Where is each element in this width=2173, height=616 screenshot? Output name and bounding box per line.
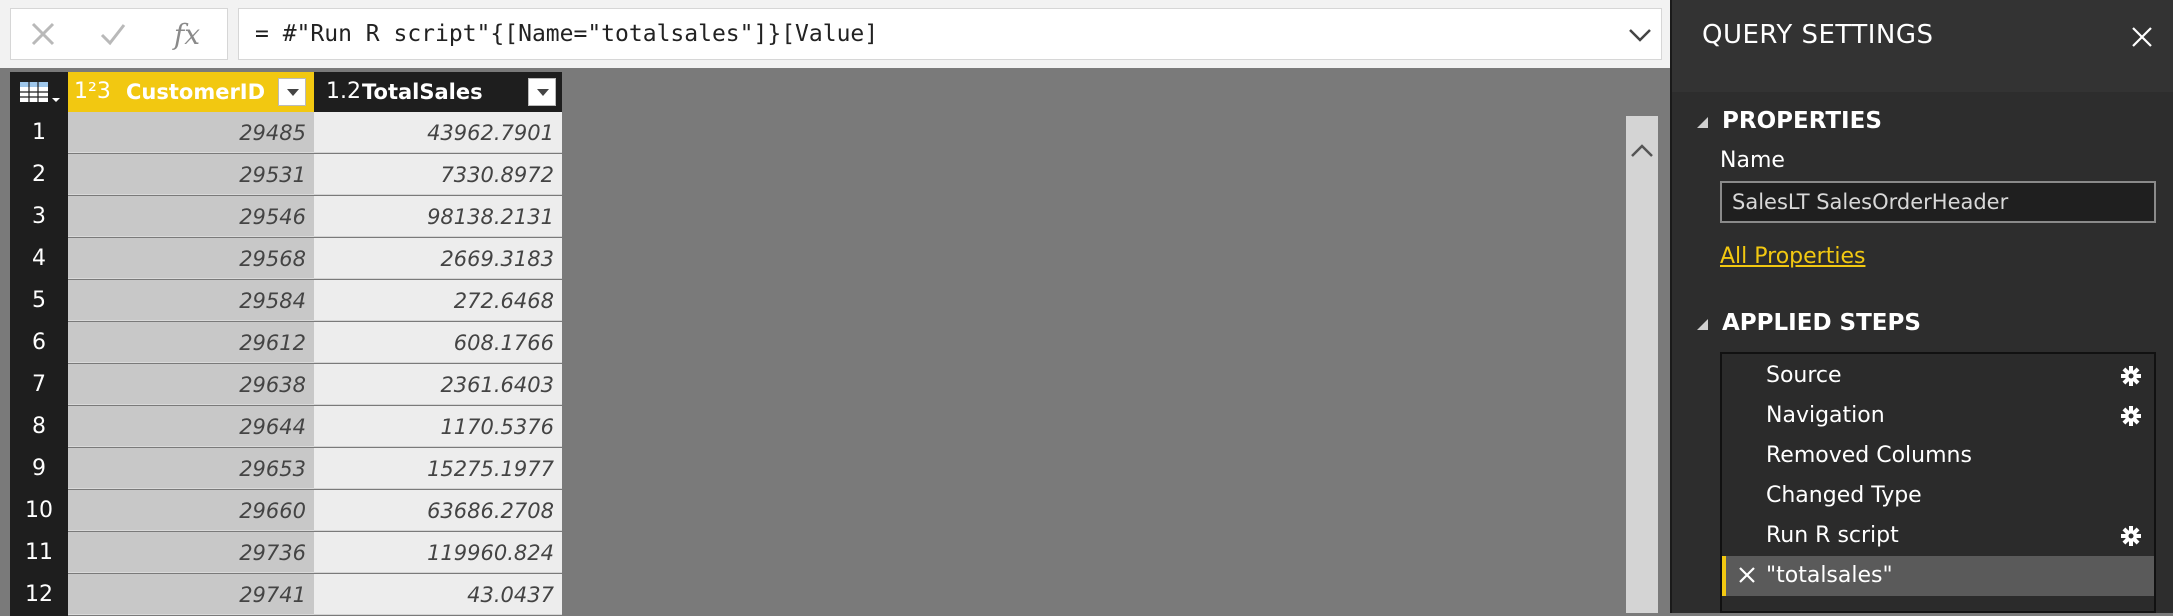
table-row[interactable]: 10 29660 63686.2708 xyxy=(10,490,562,532)
applied-step[interactable]: Navigation xyxy=(1722,396,2154,436)
step-label: Source xyxy=(1766,363,1842,388)
applied-step[interactable]: Removed Columns xyxy=(1722,436,2154,476)
cell-totalsales[interactable]: 98138.2131 xyxy=(314,196,562,237)
formula-text[interactable]: = #"Run R script"{[Name="totalsales"]}[V… xyxy=(255,9,878,59)
row-number[interactable]: 1 xyxy=(10,112,68,154)
close-icon[interactable] xyxy=(23,19,63,51)
panel-title: QUERY SETTINGS xyxy=(1702,20,1934,50)
column-header-label: TotalSales xyxy=(362,80,483,104)
close-icon[interactable] xyxy=(2127,22,2157,52)
formula-buttons: fx xyxy=(10,8,228,60)
table-row[interactable]: 3 29546 98138.2131 xyxy=(10,196,562,238)
cell-customerid[interactable]: 29612 xyxy=(68,322,314,363)
table-row[interactable]: 9 29653 15275.1977 xyxy=(10,448,562,490)
panel-header: QUERY SETTINGS xyxy=(1672,0,2173,92)
row-number[interactable]: 9 xyxy=(10,448,68,490)
formula-bar: fx = #"Run R script"{[Name="totalsales"]… xyxy=(0,0,1670,68)
fx-label[interactable]: fx xyxy=(167,19,207,51)
all-properties-link[interactable]: All Properties xyxy=(1720,244,1865,269)
table-row[interactable]: 4 29568 2669.3183 xyxy=(10,238,562,280)
row-number[interactable]: 6 xyxy=(10,322,68,364)
cell-customerid[interactable]: 29568 xyxy=(68,238,314,279)
cell-customerid[interactable]: 29485 xyxy=(68,112,314,153)
delete-step-icon[interactable] xyxy=(1736,564,1758,586)
cell-totalsales[interactable]: 43.0437 xyxy=(314,574,562,615)
grid-header: 1²3 CustomerID 1.2 TotalSales xyxy=(10,72,562,112)
section-title: APPLIED STEPS xyxy=(1722,310,1921,336)
cell-customerid[interactable]: 29546 xyxy=(68,196,314,237)
type-icon: 1²3 xyxy=(74,79,111,104)
collapse-triangle-icon xyxy=(1697,116,1708,128)
properties-section-header[interactable]: PROPERTIES xyxy=(1694,108,1882,134)
table-row[interactable]: 12 29741 43.0437 xyxy=(10,574,562,616)
step-label: Run R script xyxy=(1766,523,1899,548)
name-label: Name xyxy=(1720,148,1785,173)
cell-customerid[interactable]: 29660 xyxy=(68,490,314,531)
cell-totalsales[interactable]: 7330.8972 xyxy=(314,154,562,195)
column-header-totalsales[interactable]: 1.2 TotalSales xyxy=(314,72,562,112)
vertical-scrollbar[interactable] xyxy=(1626,116,1658,613)
table-row[interactable]: 7 29638 2361.6403 xyxy=(10,364,562,406)
check-icon[interactable] xyxy=(93,19,133,51)
applied-steps-section-header[interactable]: APPLIED STEPS xyxy=(1694,310,1921,336)
cell-customerid[interactable]: 29644 xyxy=(68,406,314,447)
cell-totalsales[interactable]: 608.1766 xyxy=(314,322,562,363)
table-icon[interactable] xyxy=(10,72,68,112)
filter-dropdown-button[interactable] xyxy=(528,78,556,106)
gear-icon[interactable] xyxy=(2120,405,2142,427)
cell-totalsales[interactable]: 15275.1977 xyxy=(314,448,562,489)
applied-step[interactable]: Changed Type xyxy=(1722,476,2154,516)
row-number[interactable]: 3 xyxy=(10,196,68,238)
cell-customerid[interactable]: 29741 xyxy=(68,574,314,615)
table-row[interactable]: 2 29531 7330.8972 xyxy=(10,154,562,196)
cell-customerid[interactable]: 29584 xyxy=(68,280,314,321)
cell-totalsales[interactable]: 2361.6403 xyxy=(314,364,562,405)
table-row[interactable]: 6 29612 608.1766 xyxy=(10,322,562,364)
cell-customerid[interactable]: 29653 xyxy=(68,448,314,489)
step-label: "totalsales" xyxy=(1766,563,1893,588)
table-row[interactable]: 1 29485 43962.7901 xyxy=(10,112,562,154)
applied-step[interactable]: Run R script xyxy=(1722,516,2154,556)
applied-steps-list: Source Navigation Removed Columns Changed T… xyxy=(1720,352,2156,613)
cell-customerid[interactable]: 29736 xyxy=(68,532,314,573)
cell-totalsales[interactable]: 1170.5376 xyxy=(314,406,562,447)
type-icon: 1.2 xyxy=(326,79,361,104)
cell-totalsales[interactable]: 2669.3183 xyxy=(314,238,562,279)
chevron-down-icon[interactable] xyxy=(1625,21,1655,49)
row-number[interactable]: 5 xyxy=(10,280,68,322)
row-number[interactable]: 12 xyxy=(10,574,68,616)
cell-totalsales[interactable]: 43962.7901 xyxy=(314,112,562,153)
row-number[interactable]: 10 xyxy=(10,490,68,532)
cell-totalsales[interactable]: 119960.824 xyxy=(314,532,562,573)
step-label: Navigation xyxy=(1766,403,1885,428)
cell-totalsales[interactable]: 272.6468 xyxy=(314,280,562,321)
step-label: Changed Type xyxy=(1766,483,1922,508)
column-header-label: CustomerID xyxy=(126,80,266,104)
step-label: Removed Columns xyxy=(1766,443,1972,468)
section-title: PROPERTIES xyxy=(1722,108,1882,134)
formula-input[interactable]: = #"Run R script"{[Name="totalsales"]}[V… xyxy=(238,8,1662,60)
table-row[interactable]: 5 29584 272.6468 xyxy=(10,280,562,322)
chevron-up-icon[interactable] xyxy=(1626,136,1658,166)
row-number[interactable]: 7 xyxy=(10,364,68,406)
row-number[interactable]: 2 xyxy=(10,154,68,196)
row-number[interactable]: 4 xyxy=(10,238,68,280)
applied-step[interactable]: "totalsales" xyxy=(1722,556,2154,596)
cell-customerid[interactable]: 29531 xyxy=(68,154,314,195)
row-number[interactable]: 8 xyxy=(10,406,68,448)
table-row[interactable]: 8 29644 1170.5376 xyxy=(10,406,562,448)
gear-icon[interactable] xyxy=(2120,365,2142,387)
row-number[interactable]: 11 xyxy=(10,532,68,574)
cell-totalsales[interactable]: 63686.2708 xyxy=(314,490,562,531)
filter-dropdown-button[interactable] xyxy=(278,78,306,106)
query-name-input[interactable]: SalesLT SalesOrderHeader xyxy=(1720,181,2156,223)
gear-icon[interactable] xyxy=(2120,525,2142,547)
table-row[interactable]: 11 29736 119960.824 xyxy=(10,532,562,574)
query-settings-panel: QUERY SETTINGS PROPERTIES Name SalesLT S… xyxy=(1670,0,2173,613)
collapse-triangle-icon xyxy=(1697,318,1708,330)
column-header-customerid[interactable]: 1²3 CustomerID xyxy=(68,72,314,112)
cell-customerid[interactable]: 29638 xyxy=(68,364,314,405)
applied-step[interactable]: Source xyxy=(1722,356,2154,396)
